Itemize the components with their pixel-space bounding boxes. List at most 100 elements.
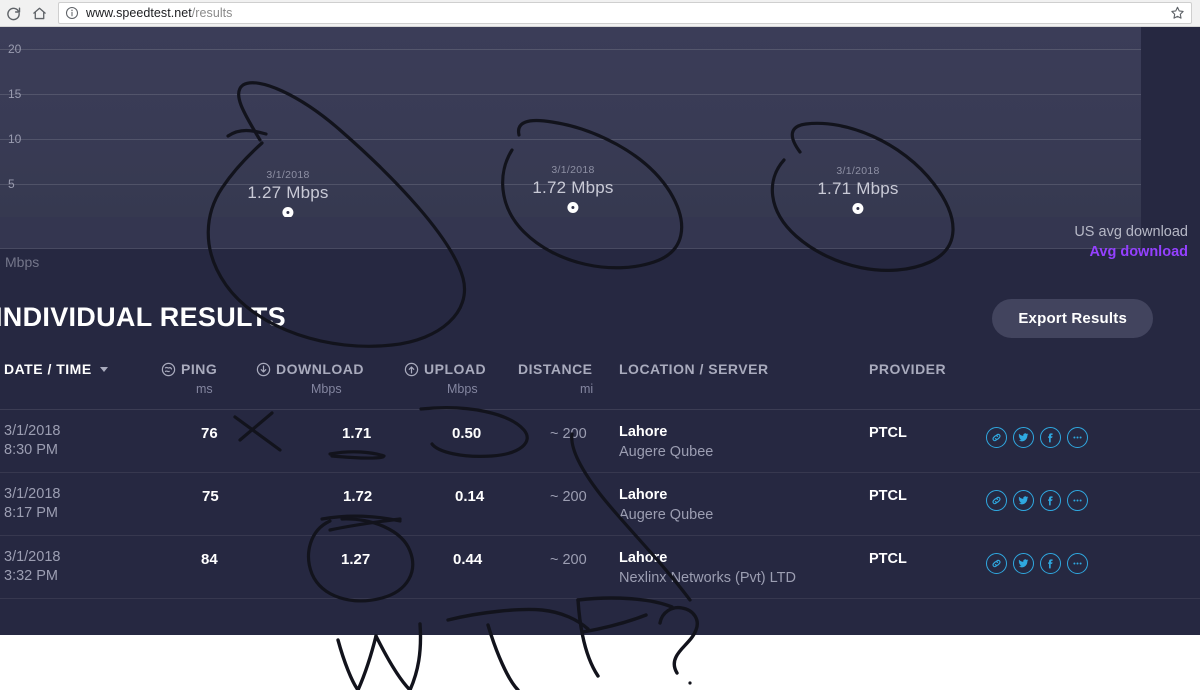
- cell-date-time: 3/1/2018 8:17 PM: [4, 485, 60, 523]
- cell-time: 8:30 PM: [4, 442, 58, 458]
- legend-item-us-avg-download[interactable]: US avg download: [1074, 223, 1188, 243]
- column-unit-ping: ms: [196, 382, 213, 396]
- cell-time: 3:32 PM: [4, 568, 58, 584]
- row-action-buttons: [986, 553, 1088, 574]
- cell-location-server: Lahore Augere Qubee: [619, 485, 713, 525]
- column-header-distance[interactable]: DISTANCE: [518, 361, 593, 377]
- table-row[interactable]: 3/1/2018 8:17 PM 75 1.72 0.14 ~ 200 Laho…: [0, 473, 1200, 536]
- cell-provider: PTCL: [869, 425, 907, 441]
- cell-location-server: Lahore Nexlinx Networks (Pvt) LTD: [619, 548, 796, 588]
- datapoint-value: 1.72 Mbps: [532, 178, 614, 197]
- chart-datapoint[interactable]: 3/1/2018 1.71 Mbps: [817, 165, 898, 214]
- link-icon[interactable]: [986, 553, 1007, 574]
- datapoint-marker[interactable]: [567, 202, 579, 213]
- link-icon[interactable]: [986, 490, 1007, 511]
- download-history-chart: 20 15 10 5 3/1/2018 1.27 Mbps 3/1/2018 1…: [0, 27, 1141, 218]
- cell-location-server: Lahore Augere Qubee: [619, 422, 713, 462]
- chevron-down-icon: [99, 366, 108, 372]
- y-axis-tick: 15: [8, 87, 22, 101]
- column-header-upload[interactable]: UPLOAD: [404, 361, 486, 377]
- browser-toolbar: www.speedtest.net/results: [0, 0, 1200, 27]
- export-results-button[interactable]: Export Results: [992, 299, 1153, 338]
- cell-download: 1.71: [342, 425, 372, 442]
- cell-download: 1.27: [341, 551, 371, 568]
- url-path: /results: [191, 6, 233, 20]
- column-header-label: DISTANCE: [518, 361, 593, 377]
- gridline-10: [0, 139, 1141, 140]
- twitter-icon[interactable]: [1013, 553, 1034, 574]
- cell-ping: 75: [202, 488, 219, 505]
- speedtest-results-page: 20 15 10 5 3/1/2018 1.27 Mbps 3/1/2018 1…: [0, 27, 1200, 635]
- table-footer-space: [0, 599, 1200, 629]
- column-header-download[interactable]: DOWNLOAD: [256, 361, 364, 377]
- cell-distance: ~ 200: [550, 552, 587, 568]
- column-header-label: DATE / TIME: [4, 361, 92, 377]
- cell-provider: PTCL: [869, 488, 907, 504]
- individual-results-table: DATE / TIME PING ms DOWNLOAD Mbps UPLOAD…: [0, 357, 1200, 629]
- cell-upload: 0.50: [452, 425, 482, 442]
- column-header-label: UPLOAD: [424, 361, 487, 377]
- cell-distance: ~ 200: [550, 489, 587, 505]
- column-header-provider[interactable]: PROVIDER: [869, 361, 946, 377]
- home-icon[interactable]: [26, 0, 52, 26]
- url-text: www.speedtest.net/results: [86, 6, 232, 20]
- cell-ping: 84: [201, 551, 218, 568]
- row-action-buttons: [986, 490, 1088, 511]
- cell-city: Lahore: [619, 424, 668, 440]
- reload-icon[interactable]: [0, 0, 26, 26]
- info-icon[interactable]: [65, 6, 79, 20]
- column-unit-distance: mi: [580, 382, 594, 396]
- chart-axis-unit: Mbps: [5, 254, 40, 270]
- datapoint-value: 1.71 Mbps: [817, 179, 899, 198]
- facebook-icon[interactable]: [1040, 553, 1061, 574]
- facebook-icon[interactable]: [1040, 427, 1061, 448]
- download-icon: [256, 362, 271, 377]
- cell-date: 3/1/2018: [4, 549, 61, 565]
- link-icon[interactable]: [986, 427, 1007, 448]
- legend-item-avg-download[interactable]: Avg download: [1074, 243, 1188, 263]
- ping-icon: [161, 362, 176, 377]
- column-header-ping[interactable]: PING: [161, 361, 217, 377]
- gridline-20: [0, 49, 1141, 50]
- table-row[interactable]: 3/1/2018 8:30 PM 76 1.71 0.50 ~ 200 Laho…: [0, 410, 1200, 473]
- cell-upload: 0.14: [455, 488, 485, 505]
- facebook-icon[interactable]: [1040, 490, 1061, 511]
- column-header-date-time[interactable]: DATE / TIME: [4, 361, 108, 377]
- cell-date: 3/1/2018: [4, 423, 61, 439]
- row-action-buttons: [986, 427, 1088, 448]
- cell-provider: PTCL: [869, 551, 907, 567]
- cell-download: 1.72: [343, 488, 373, 505]
- column-header-label: PING: [181, 361, 218, 377]
- cell-server: Augere Qubee: [619, 444, 714, 460]
- column-header-label: PROVIDER: [869, 361, 947, 377]
- datapoint-date: 3/1/2018: [266, 169, 310, 181]
- twitter-icon[interactable]: [1013, 490, 1034, 511]
- cell-city: Lahore: [619, 487, 668, 503]
- more-icon[interactable]: [1067, 490, 1088, 511]
- datapoint-value: 1.27 Mbps: [247, 183, 329, 202]
- cell-distance: ~ 200: [550, 426, 587, 442]
- twitter-icon[interactable]: [1013, 427, 1034, 448]
- chart-datapoint[interactable]: 3/1/2018 1.27 Mbps: [247, 169, 328, 218]
- table-row[interactable]: 3/1/2018 3:32 PM 84 1.27 0.44 ~ 200 Laho…: [0, 536, 1200, 599]
- column-unit-download: Mbps: [311, 382, 342, 396]
- chart-datapoint[interactable]: 3/1/2018 1.72 Mbps: [532, 164, 613, 213]
- more-icon[interactable]: [1067, 553, 1088, 574]
- cell-date-time: 3/1/2018 3:32 PM: [4, 548, 60, 586]
- cell-date: 3/1/2018: [4, 486, 61, 502]
- cell-server: Augere Qubee: [619, 507, 714, 523]
- table-header-row: DATE / TIME PING ms DOWNLOAD Mbps UPLOAD…: [0, 357, 1200, 410]
- cell-ping: 76: [201, 425, 218, 442]
- upload-icon: [404, 362, 419, 377]
- column-header-label: DOWNLOAD: [276, 361, 364, 377]
- datapoint-date: 3/1/2018: [836, 165, 880, 177]
- datapoint-marker[interactable]: [852, 203, 864, 214]
- url-domain: www.speedtest.net: [86, 6, 192, 20]
- datapoint-date: 3/1/2018: [551, 164, 595, 176]
- star-icon[interactable]: [1170, 6, 1185, 21]
- cell-upload: 0.44: [453, 551, 483, 568]
- address-bar[interactable]: www.speedtest.net/results: [58, 2, 1192, 24]
- y-axis-tick: 20: [8, 42, 22, 56]
- more-icon[interactable]: [1067, 427, 1088, 448]
- column-header-location-server[interactable]: LOCATION / SERVER: [619, 361, 769, 377]
